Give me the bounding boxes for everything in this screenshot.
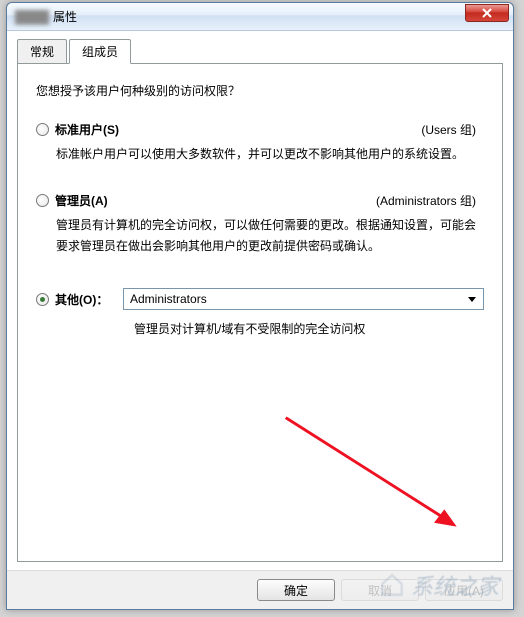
chevron-down-icon	[463, 290, 481, 308]
close-icon	[482, 8, 492, 18]
desc-administrator: 管理员有计算机的完全访问权，可以做任何需要的更改。根据通知设置，可能会要求管理员…	[56, 215, 484, 256]
tab-general[interactable]: 常规	[17, 39, 67, 64]
radio-administrator[interactable]	[36, 194, 49, 207]
option-administrator: 管理员(A) (Administrators 组) 管理员有计算机的完全访问权，…	[36, 192, 484, 256]
radio-standard-user[interactable]	[36, 123, 49, 136]
option-standard-user: 标准用户(S) (Users 组) 标准帐户用户可以使用大多数软件，并可以更改不…	[36, 121, 484, 164]
ok-button[interactable]: 确定	[257, 579, 335, 601]
tab-panel-members: 您想授予该用户何种级别的访问权限？ 标准用户(S) (Users 组) 标准帐户…	[17, 63, 503, 562]
tab-members[interactable]: 组成员	[69, 39, 131, 64]
properties-dialog: ████ 属性 常规 组成员 您想授予该用户何种级别的访问权限？ 标准用户(S)…	[6, 2, 514, 610]
dialog-content: 常规 组成员 您想授予该用户何种级别的访问权限？ 标准用户(S) (Users …	[7, 31, 513, 570]
radio-other[interactable]	[36, 293, 49, 306]
group-administrator: (Administrators 组)	[376, 192, 476, 209]
close-button[interactable]	[465, 4, 509, 22]
desc-standard-user: 标准帐户用户可以使用大多数软件，并可以更改不影响其他用户的系统设置。	[56, 144, 484, 164]
titlebar[interactable]: ████ 属性	[7, 3, 513, 31]
group-standard-user: (Users 组)	[421, 121, 476, 138]
cancel-button[interactable]: 取消	[341, 579, 419, 601]
other-group-dropdown[interactable]: Administrators	[123, 288, 484, 310]
label-standard-user[interactable]: 标准用户(S)	[55, 121, 421, 138]
titlebar-account-name: ████	[15, 10, 49, 24]
dropdown-selected-value: Administrators	[130, 292, 207, 306]
apply-button[interactable]: 应用(A)	[425, 579, 503, 601]
desc-other: 管理员对计算机/域有不受限制的完全访问权	[134, 320, 484, 337]
option-other: 其他(O)： Administrators	[36, 288, 484, 310]
label-administrator[interactable]: 管理员(A)	[55, 192, 376, 209]
tab-strip: 常规 组成员	[17, 39, 503, 64]
titlebar-title: 属性	[53, 8, 77, 25]
label-other[interactable]: 其他(O)：	[55, 291, 113, 308]
access-level-prompt: 您想授予该用户何种级别的访问权限？	[36, 82, 484, 99]
dialog-button-row: 确定 取消 应用(A)	[7, 570, 513, 609]
